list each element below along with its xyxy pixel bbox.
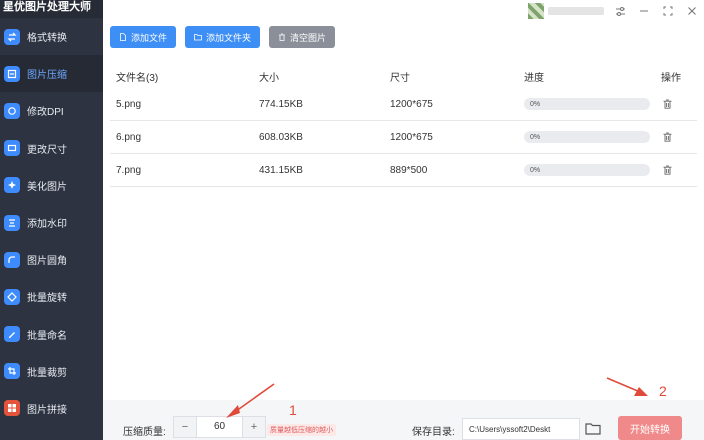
sidebar-item-label: 批量旋转	[27, 293, 67, 305]
delete-icon[interactable]	[661, 164, 673, 176]
toolbar: 添加文件 添加文件夹 清空图片	[110, 26, 336, 48]
stitch-icon	[4, 400, 20, 417]
progress-text: 0%	[530, 133, 541, 141]
sidebar-item-format-convert[interactable]: 格式转换	[0, 18, 103, 55]
annotation-label-1: 1	[289, 402, 297, 418]
sidebar-item-crop[interactable]: 批量裁剪	[0, 353, 103, 390]
column-header-dimension: 尺寸	[390, 73, 410, 84]
add-folder-button[interactable]: 添加文件夹	[185, 26, 261, 48]
sidebar-item-resize[interactable]: 更改尺寸	[0, 130, 103, 167]
quality-tip: 质量越低压缩的越小	[267, 424, 336, 436]
file-dimension: 889*500	[390, 164, 428, 176]
clear-images-label: 清空图片	[290, 32, 327, 43]
column-header-action: 操作	[661, 73, 681, 84]
open-folder-icon[interactable]	[585, 422, 601, 436]
file-size: 608.03KB	[259, 131, 303, 143]
file-table: 文件名(3) 大小 尺寸 进度 操作 5.png 774.15KB 1200*6…	[110, 65, 697, 187]
progress-text: 0%	[530, 100, 541, 108]
trash-icon	[279, 33, 286, 41]
start-convert-button[interactable]: 开始转换	[618, 416, 682, 440]
settings-icon[interactable]	[612, 3, 628, 19]
sidebar-item-stitch[interactable]: 图片拼接	[0, 390, 103, 427]
progress-bar: 0%	[524, 164, 650, 176]
file-name: 6.png	[116, 131, 142, 143]
sidebar-item-rotate[interactable]: 批量旋转	[0, 278, 103, 315]
sidebar-item-label: 美化图片	[27, 181, 67, 193]
sidebar-item-round-corner[interactable]: 图片圆角	[0, 241, 103, 278]
sidebar-nav: 格式转换 图片压缩 修改DPI 更改尺寸 美化图片 添加水印 图片圆角 批量旋转…	[0, 18, 103, 427]
file-dimension: 1200*675	[390, 98, 433, 110]
sidebar-item-dpi[interactable]: 修改DPI	[0, 92, 103, 129]
minimize-icon[interactable]	[636, 3, 652, 19]
delete-icon[interactable]	[661, 131, 673, 143]
watermark-icon	[4, 214, 20, 231]
table-row[interactable]: 6.png 608.03KB 1200*675 0%	[110, 121, 697, 154]
sidebar-item-label: 添加水印	[27, 219, 67, 231]
maximize-icon[interactable]	[660, 3, 676, 19]
sidebar-item-label: 批量命名	[27, 330, 67, 342]
add-folder-label: 添加文件夹	[206, 32, 252, 43]
table-row[interactable]: 7.png 431.15KB 889*500 0%	[110, 154, 697, 187]
sidebar: 星优图片处理大师 格式转换 图片压缩 修改DPI 更改尺寸 美化图片 添加水印 …	[0, 0, 103, 440]
sidebar-item-label: 图片压缩	[27, 70, 67, 82]
progress-text: 0%	[530, 166, 541, 174]
quality-stepper[interactable]: − 60 +	[173, 416, 266, 438]
table-row[interactable]: 5.png 774.15KB 1200*675 0%	[110, 88, 697, 121]
close-icon[interactable]	[684, 3, 700, 19]
rename-icon	[4, 326, 20, 343]
progress-bar: 0%	[524, 131, 650, 143]
decrease-button[interactable]: −	[174, 417, 196, 437]
dpi-icon	[4, 102, 20, 119]
beautify-icon	[4, 177, 20, 194]
file-name: 5.png	[116, 98, 142, 110]
increase-button[interactable]: +	[243, 417, 265, 437]
file-size: 431.15KB	[259, 164, 303, 176]
column-header-size: 大小	[259, 73, 279, 84]
add-file-button[interactable]: 添加文件	[110, 26, 177, 48]
sidebar-item-rename[interactable]: 批量命名	[0, 316, 103, 353]
main-panel: 添加文件 添加文件夹 清空图片 文件名(3) 大小 尺寸 进度 操作 5.png…	[103, 22, 704, 400]
sidebar-item-label: 图片拼接	[27, 404, 67, 416]
sidebar-item-beautify[interactable]: 美化图片	[0, 167, 103, 204]
folder-icon	[194, 34, 202, 41]
rotate-icon	[4, 288, 20, 305]
file-name: 7.png	[116, 164, 142, 176]
user-name-blurred	[548, 7, 604, 15]
file-size: 774.15KB	[259, 98, 303, 110]
compress-icon	[4, 65, 20, 82]
annotation-label-2: 2	[659, 383, 667, 399]
table-header: 文件名(3) 大小 尺寸 进度 操作	[110, 65, 697, 88]
quality-label: 压缩质量:	[123, 427, 166, 438]
clear-images-button[interactable]: 清空图片	[269, 26, 336, 48]
file-icon	[120, 33, 126, 41]
sidebar-item-compress[interactable]: 图片压缩	[0, 55, 103, 93]
sidebar-item-label: 更改尺寸	[27, 144, 67, 156]
sidebar-item-label: 修改DPI	[27, 107, 64, 119]
title-bar	[103, 0, 704, 22]
convert-icon	[4, 28, 20, 45]
sidebar-item-watermark[interactable]: 添加水印	[0, 204, 103, 241]
column-header-name: 文件名(3)	[116, 73, 159, 84]
output-dir-label: 保存目录:	[412, 427, 455, 438]
delete-icon[interactable]	[661, 98, 673, 110]
round-corner-icon	[4, 251, 20, 268]
crop-icon	[4, 363, 20, 380]
sidebar-item-label: 图片圆角	[27, 256, 67, 268]
column-header-progress: 进度	[524, 73, 544, 84]
bottom-bar: 压缩质量: − 60 + 质量越低压缩的越小 保存目录: 开始转换	[103, 400, 704, 440]
file-dimension: 1200*675	[390, 131, 433, 143]
quality-value[interactable]: 60	[196, 417, 243, 437]
sidebar-item-label: 格式转换	[27, 33, 67, 45]
progress-bar: 0%	[524, 98, 650, 110]
app-title: 星优图片处理大师	[0, 0, 103, 18]
resize-icon	[4, 140, 20, 157]
add-file-label: 添加文件	[131, 32, 168, 43]
output-path-input[interactable]	[462, 418, 580, 440]
avatar[interactable]	[528, 3, 544, 19]
sidebar-item-label: 批量裁剪	[27, 367, 67, 379]
